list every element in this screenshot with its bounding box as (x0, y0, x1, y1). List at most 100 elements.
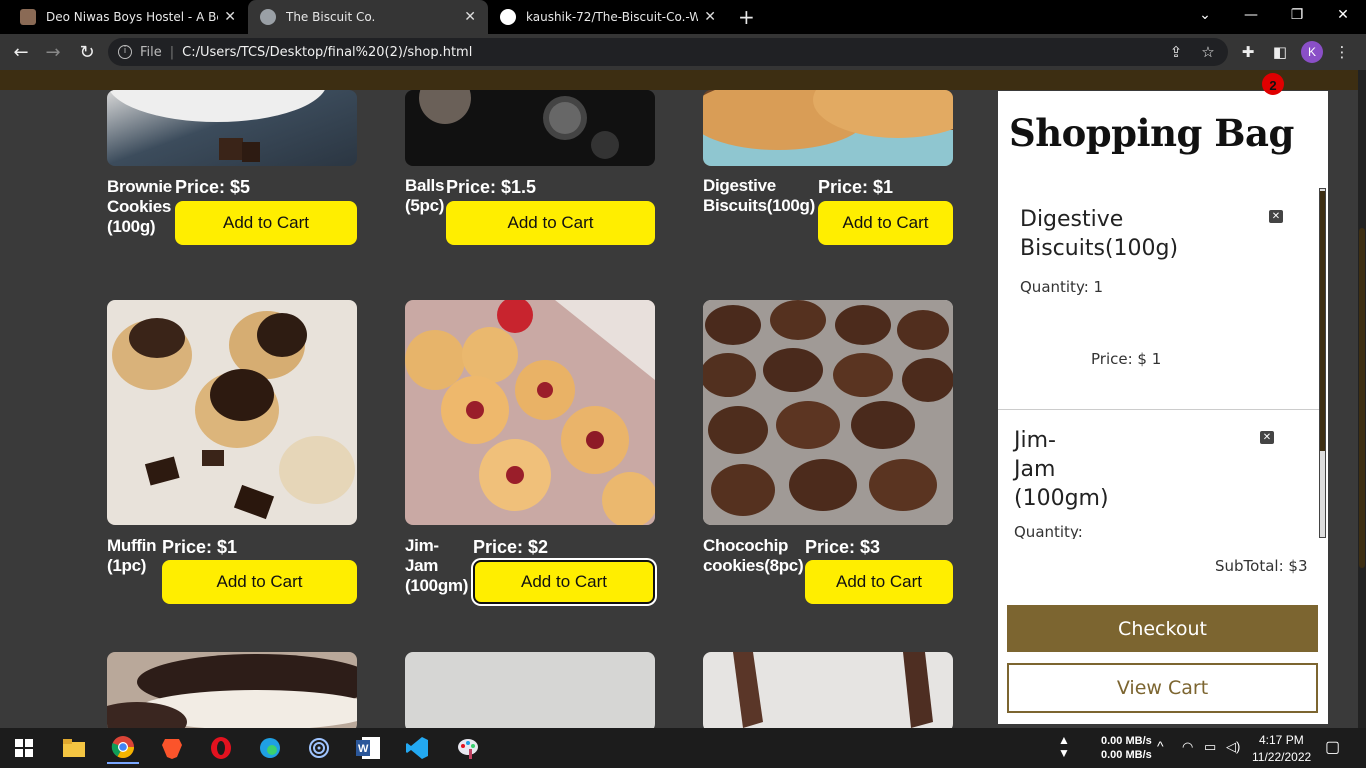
edge-icon[interactable] (254, 732, 286, 764)
product-name: Balls (5pc) (405, 176, 444, 216)
battery-icon[interactable]: ▭ (1204, 739, 1216, 755)
opera-icon[interactable] (205, 732, 237, 764)
reload-icon[interactable]: ↻ (72, 34, 102, 70)
bookmark-star-icon[interactable]: ☆ (1196, 34, 1220, 70)
minimize-icon[interactable]: — (1228, 0, 1274, 30)
url-text[interactable]: C:/Users/TCS/Desktop/final%20(2)/shop.ht… (182, 45, 472, 60)
back-icon[interactable]: ← (6, 34, 36, 70)
product-name-line: Jam (405, 556, 439, 575)
product-price: Price: $5 (175, 177, 251, 197)
view-cart-button[interactable]: View Cart (1007, 663, 1318, 713)
tab-title: Deo Niwas Boys Hostel - A Best F (46, 10, 218, 24)
bag-item-name-line: Digestive (1020, 207, 1124, 232)
product-image-row3-3 (703, 652, 953, 728)
share-icon[interactable]: ⇪ (1164, 34, 1188, 70)
chrome-logo (111, 736, 134, 758)
jimjam-photo (405, 300, 655, 525)
github-icon (500, 9, 516, 25)
windows-start-icon[interactable] (8, 732, 40, 764)
digestive-photo (703, 90, 953, 166)
product-image-muffin (107, 300, 357, 525)
bag-scrollbar-thumb[interactable] (1320, 191, 1325, 451)
product-name-line: Chocochip (703, 536, 789, 555)
add-to-cart-button[interactable]: Add to Cart (175, 201, 357, 245)
net-download-speed: 0.00 MB/s (1101, 749, 1152, 761)
product-image-brownie (107, 90, 357, 166)
add-to-cart-button[interactable]: Add to Cart (162, 560, 357, 604)
product-name-line: Digestive (703, 176, 776, 195)
extensions-icon[interactable]: ✚ (1236, 34, 1260, 70)
brave-icon[interactable] (156, 732, 188, 764)
product-name: Jim- Jam (100gm) (405, 536, 468, 596)
product-image-balls (405, 90, 655, 166)
product-name-line: Balls (405, 176, 445, 195)
product-name-line: Muffin (107, 536, 157, 555)
globe-icon (260, 9, 276, 25)
remove-item-icon[interactable]: ✕ (1260, 431, 1274, 444)
site-header-bar (0, 70, 1358, 90)
tab-github[interactable]: kaushik-72/The-Biscuit-Co.-Webs ✕ (488, 0, 728, 34)
product-name: Digestive Biscuits(100g) (703, 176, 815, 216)
product-price: Price: $2 (473, 537, 549, 557)
new-tab-button[interactable]: + (730, 0, 764, 34)
close-window-icon[interactable]: ✕ (1320, 0, 1366, 30)
chrome-icon[interactable] (107, 732, 139, 764)
product-name-line: Brownie (107, 177, 172, 196)
restore-icon[interactable]: ❐ (1274, 0, 1320, 30)
tab-search-icon[interactable]: ⌄ (1182, 0, 1228, 30)
profile-avatar[interactable]: K (1301, 41, 1323, 63)
add-to-cart-button[interactable]: Add to Cart (818, 201, 953, 245)
forward-icon[interactable]: → (38, 34, 68, 70)
bag-item-price: Price: $ 1 (1091, 350, 1162, 368)
svg-text:W: W (358, 743, 369, 755)
add-to-cart-button[interactable]: Add to Cart (473, 560, 655, 604)
tab-biscuit-co[interactable]: The Biscuit Co. ✕ (248, 0, 488, 34)
wifi-icon[interactable]: ◠ (1182, 739, 1193, 755)
product-image-jimjam (405, 300, 655, 525)
info-icon[interactable]: i (118, 45, 132, 59)
tab-title: The Biscuit Co. (286, 10, 376, 24)
vscode-icon[interactable] (401, 732, 433, 764)
scheme-label: File (140, 44, 162, 60)
product-name-line: (5pc) (405, 196, 445, 215)
brownie-photo (109, 90, 325, 162)
product-price: Price: $1.5 (446, 177, 537, 197)
close-tab-icon[interactable]: ✕ (464, 9, 476, 25)
paint-logo (458, 739, 478, 759)
notifications-icon[interactable]: ▢ (1325, 737, 1340, 757)
bag-item-quantity: Quantity: (1014, 523, 1083, 539)
add-to-cart-button[interactable]: Add to Cart (805, 560, 953, 604)
network-app-icon[interactable] (303, 732, 335, 764)
clock-date[interactable]: 11/22/2022 (1252, 750, 1311, 764)
tab-hostel[interactable]: Deo Niwas Boys Hostel - A Best F ✕ (8, 0, 248, 34)
address-bar[interactable]: i File | C:/Users/TCS/Desktop/final%20(2… (108, 38, 1228, 66)
browser-tab-strip: Deo Niwas Boys Hostel - A Best F ✕ The B… (0, 0, 1366, 34)
bag-title: Shopping Bag (1009, 111, 1294, 155)
menu-kebab-icon[interactable]: ⋮ (1330, 34, 1354, 70)
hostel-favicon (20, 9, 36, 25)
cart-count-badge[interactable]: 2 (1262, 73, 1284, 95)
net-upload-speed: 0.00 MB/s (1101, 735, 1152, 747)
side-panel-icon[interactable]: ◧ (1268, 34, 1292, 70)
product-name: Brownie Cookies (100g) (107, 177, 172, 237)
product-image-chocochip (703, 300, 953, 525)
volume-icon[interactable]: ◁) (1226, 739, 1240, 755)
browser-toolbar: ← → ↻ i File | C:/Users/TCS/Desktop/fina… (0, 34, 1366, 70)
show-hidden-icons-chevron[interactable]: ^ (1157, 738, 1164, 754)
brave-logo (162, 739, 182, 759)
bag-item-quantity: Quantity: 1 (1020, 278, 1104, 296)
close-tab-icon[interactable]: ✕ (704, 9, 716, 25)
remove-item-icon[interactable]: ✕ (1269, 210, 1283, 223)
file-explorer-icon[interactable] (58, 732, 90, 764)
bag-item-name-line: Jim- (1014, 428, 1056, 453)
paint-icon[interactable] (452, 732, 484, 764)
product-name: Chocochip cookies(8pc) (703, 536, 804, 576)
close-tab-icon[interactable]: ✕ (224, 9, 236, 25)
checkout-button[interactable]: Checkout (1007, 605, 1318, 652)
add-to-cart-button[interactable]: Add to Cart (446, 201, 655, 245)
clock-time[interactable]: 4:17 PM (1259, 733, 1304, 747)
bag-item-name: Jim- Jam (100gm) (1014, 426, 1109, 513)
page-scrollbar-thumb[interactable] (1359, 228, 1365, 568)
network-speed-arrows-icon: ▲ ▼ (1058, 733, 1070, 760)
word-icon[interactable]: W (352, 732, 384, 764)
